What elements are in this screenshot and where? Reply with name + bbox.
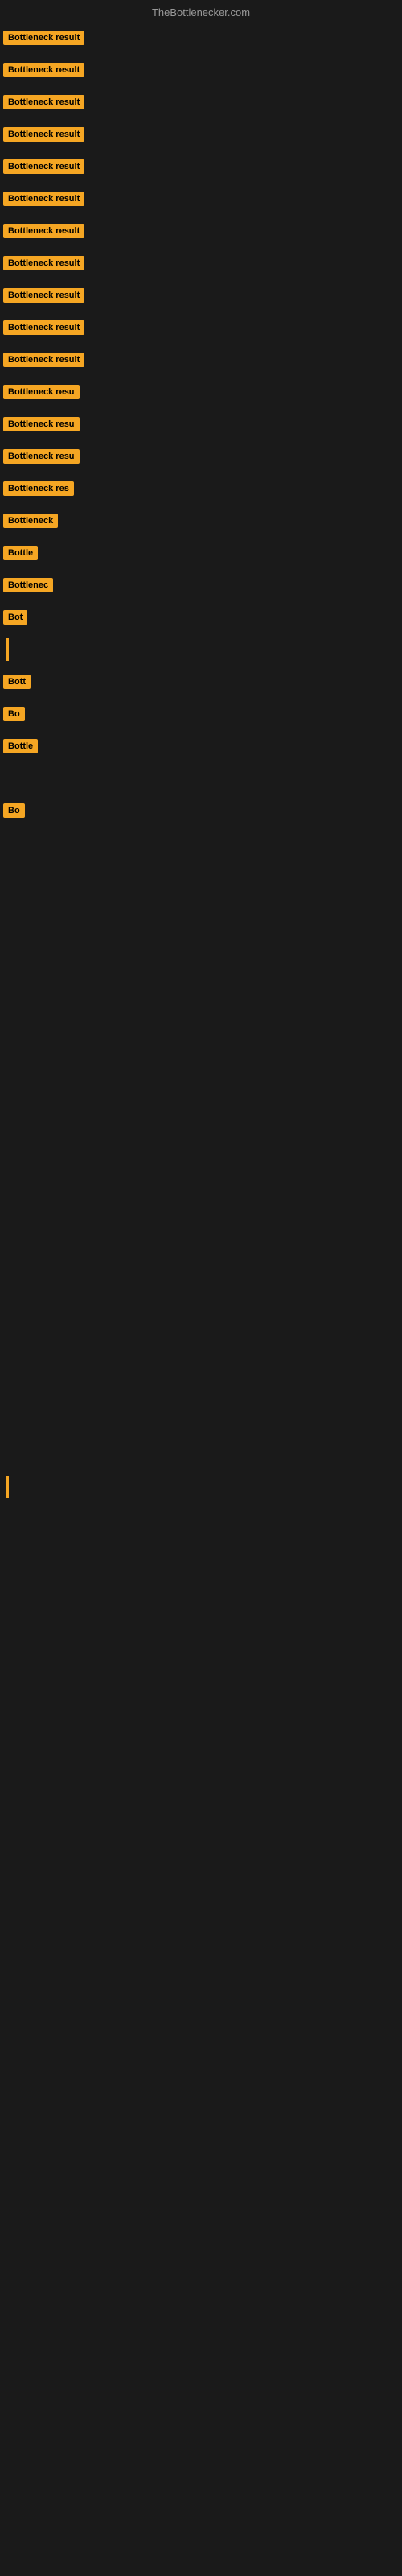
- bottleneck-badge[interactable]: Bot: [3, 610, 27, 625]
- list-item: Bottleneck result: [0, 86, 402, 118]
- bottleneck-badge[interactable]: Bottlenec: [3, 578, 53, 592]
- list-item: Bottleneck result: [0, 344, 402, 376]
- list-item: [0, 1471, 402, 1503]
- list-item: Bott: [0, 666, 402, 698]
- bottleneck-badge[interactable]: Bottleneck resu: [3, 449, 80, 464]
- list-item: Bottleneck result: [0, 247, 402, 279]
- bottleneck-badge[interactable]: Bottleneck result: [3, 192, 84, 206]
- list-item: Bottle: [0, 730, 402, 762]
- vertical-bar-icon: [6, 638, 9, 661]
- list-item: Bottleneck result: [0, 183, 402, 215]
- vertical-bar-icon: [6, 1476, 9, 1498]
- bottleneck-badge[interactable]: Bottleneck res: [3, 481, 74, 496]
- list-item: Bo: [0, 698, 402, 730]
- list-item: [0, 634, 402, 666]
- bottleneck-badge[interactable]: Bottleneck result: [3, 288, 84, 303]
- list-item: Bottle: [0, 537, 402, 569]
- list-item: Bottlenec: [0, 569, 402, 601]
- bottleneck-badge[interactable]: Bottleneck resu: [3, 417, 80, 431]
- list-item: Bottleneck resu: [0, 440, 402, 473]
- bottleneck-badge[interactable]: Bottleneck result: [3, 353, 84, 367]
- spacer: [0, 1503, 402, 1744]
- list-item: Bo: [0, 795, 402, 827]
- bottleneck-badge[interactable]: Bottleneck result: [3, 31, 84, 45]
- list-item: Bottleneck resu: [0, 408, 402, 440]
- bottleneck-badge[interactable]: Bottleneck resu: [3, 385, 80, 399]
- list-item: Bottleneck result: [0, 151, 402, 183]
- bottleneck-badge[interactable]: Bo: [3, 803, 25, 818]
- list-item: Bottleneck result: [0, 118, 402, 151]
- list-item: Bottleneck result: [0, 54, 402, 86]
- list-item: Bottleneck result: [0, 22, 402, 54]
- bottleneck-badge[interactable]: Bottleneck: [3, 514, 58, 528]
- bottleneck-badge[interactable]: Bottleneck result: [3, 224, 84, 238]
- bottleneck-badge[interactable]: Bottleneck result: [3, 95, 84, 109]
- list-item: Bottleneck: [0, 505, 402, 537]
- site-header: TheBottlenecker.com: [0, 0, 402, 22]
- bottleneck-badge[interactable]: Bottleneck result: [3, 256, 84, 270]
- bottleneck-badge[interactable]: Bott: [3, 675, 31, 689]
- bottleneck-badge[interactable]: Bottle: [3, 546, 38, 560]
- list-item: Bottleneck res: [0, 473, 402, 505]
- bottleneck-badge[interactable]: Bottleneck result: [3, 159, 84, 174]
- list-item: Bottleneck result: [0, 215, 402, 247]
- list-item: Bottleneck result: [0, 312, 402, 344]
- bottleneck-badge[interactable]: Bottleneck result: [3, 127, 84, 142]
- bottleneck-badge[interactable]: Bottleneck result: [3, 63, 84, 77]
- list-item: Bot: [0, 601, 402, 634]
- spacer: [0, 827, 402, 1471]
- list-item: Bottleneck resu: [0, 376, 402, 408]
- list-item: [0, 762, 402, 795]
- bottleneck-badge[interactable]: Bottleneck result: [3, 320, 84, 335]
- list-item: Bottleneck result: [0, 279, 402, 312]
- bottleneck-badge[interactable]: Bo: [3, 707, 25, 721]
- bottleneck-badge[interactable]: Bottle: [3, 739, 38, 753]
